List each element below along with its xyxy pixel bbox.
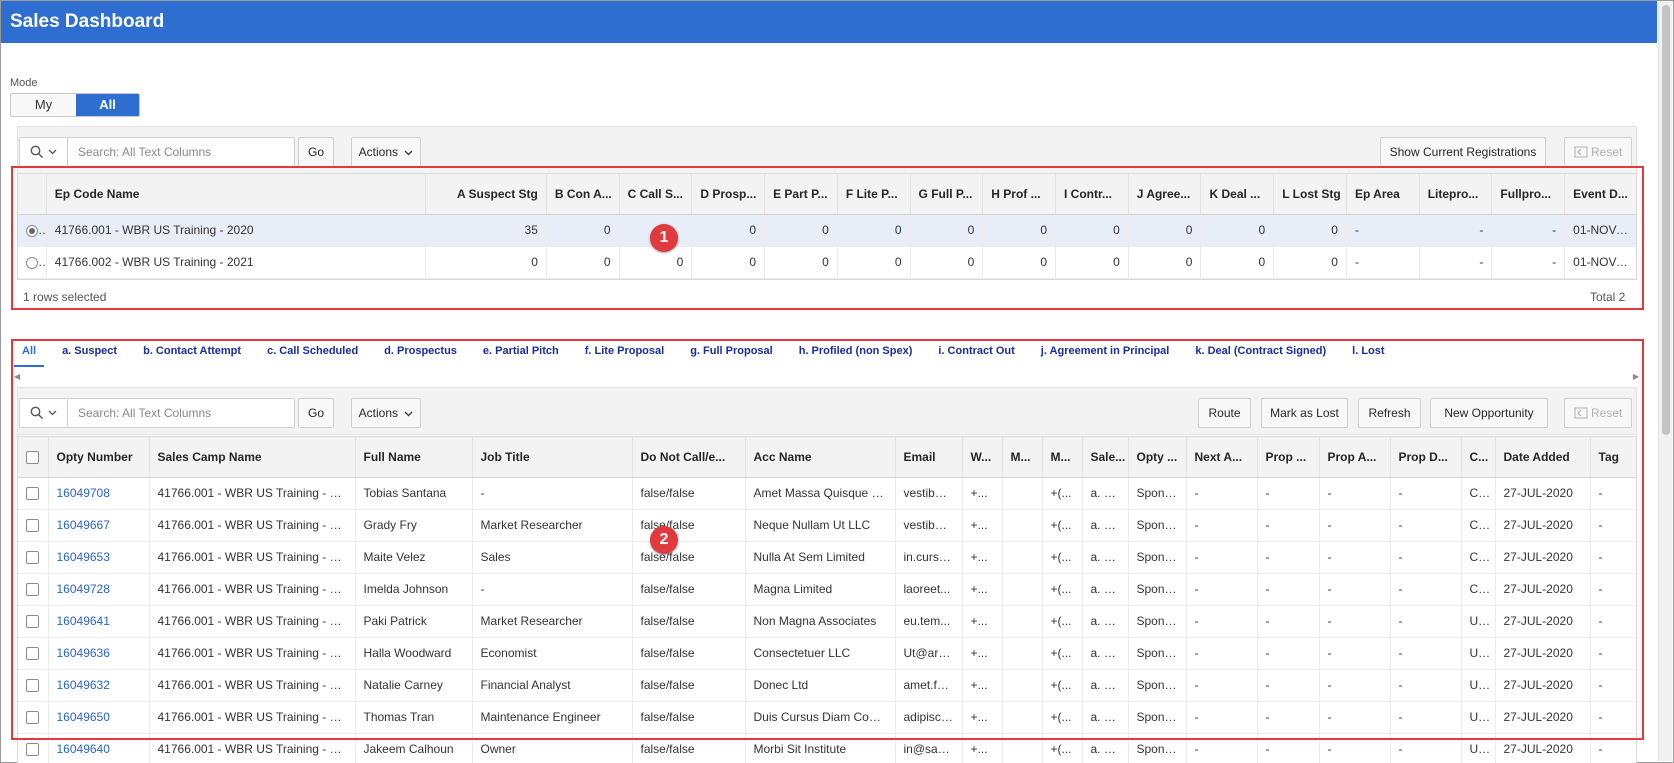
annotation-badge-1: 1 [650,224,678,252]
chevron-down-icon [404,150,413,156]
top-actions-button[interactable]: Actions [351,137,421,167]
top-go-button[interactable]: Go [298,137,334,167]
top-search-box [19,137,295,167]
mode-all-button[interactable]: All [76,94,139,116]
search-icon [30,145,44,159]
app-header: Sales Dashboard [1,1,1657,43]
row-checkbox[interactable] [26,743,40,757]
page-title: Sales Dashboard [10,11,165,32]
search-column-dropdown[interactable] [20,138,68,166]
reset-label: Reset [1590,145,1623,159]
mode-my-button[interactable]: My [11,94,76,116]
show-current-registrations-button[interactable]: Show Current Registrations [1380,137,1546,167]
chevron-down-icon [48,149,57,155]
vertical-scrollbar[interactable] [1658,1,1672,761]
mode-toggle: My All [10,93,140,117]
top-reset-button[interactable]: Reset [1564,137,1632,167]
opty-number-link[interactable]: 16049640 [57,742,110,756]
reset-icon [1574,146,1588,158]
top-search-input[interactable] [68,138,294,166]
annotation-badge-2: 2 [650,526,678,554]
annotation-box-2 [11,339,1644,740]
mode-label: Mode [10,77,38,89]
annotation-box-1 [11,166,1644,310]
scrollbar-thumb[interactable] [1662,5,1670,435]
actions-label: Actions [358,145,398,159]
